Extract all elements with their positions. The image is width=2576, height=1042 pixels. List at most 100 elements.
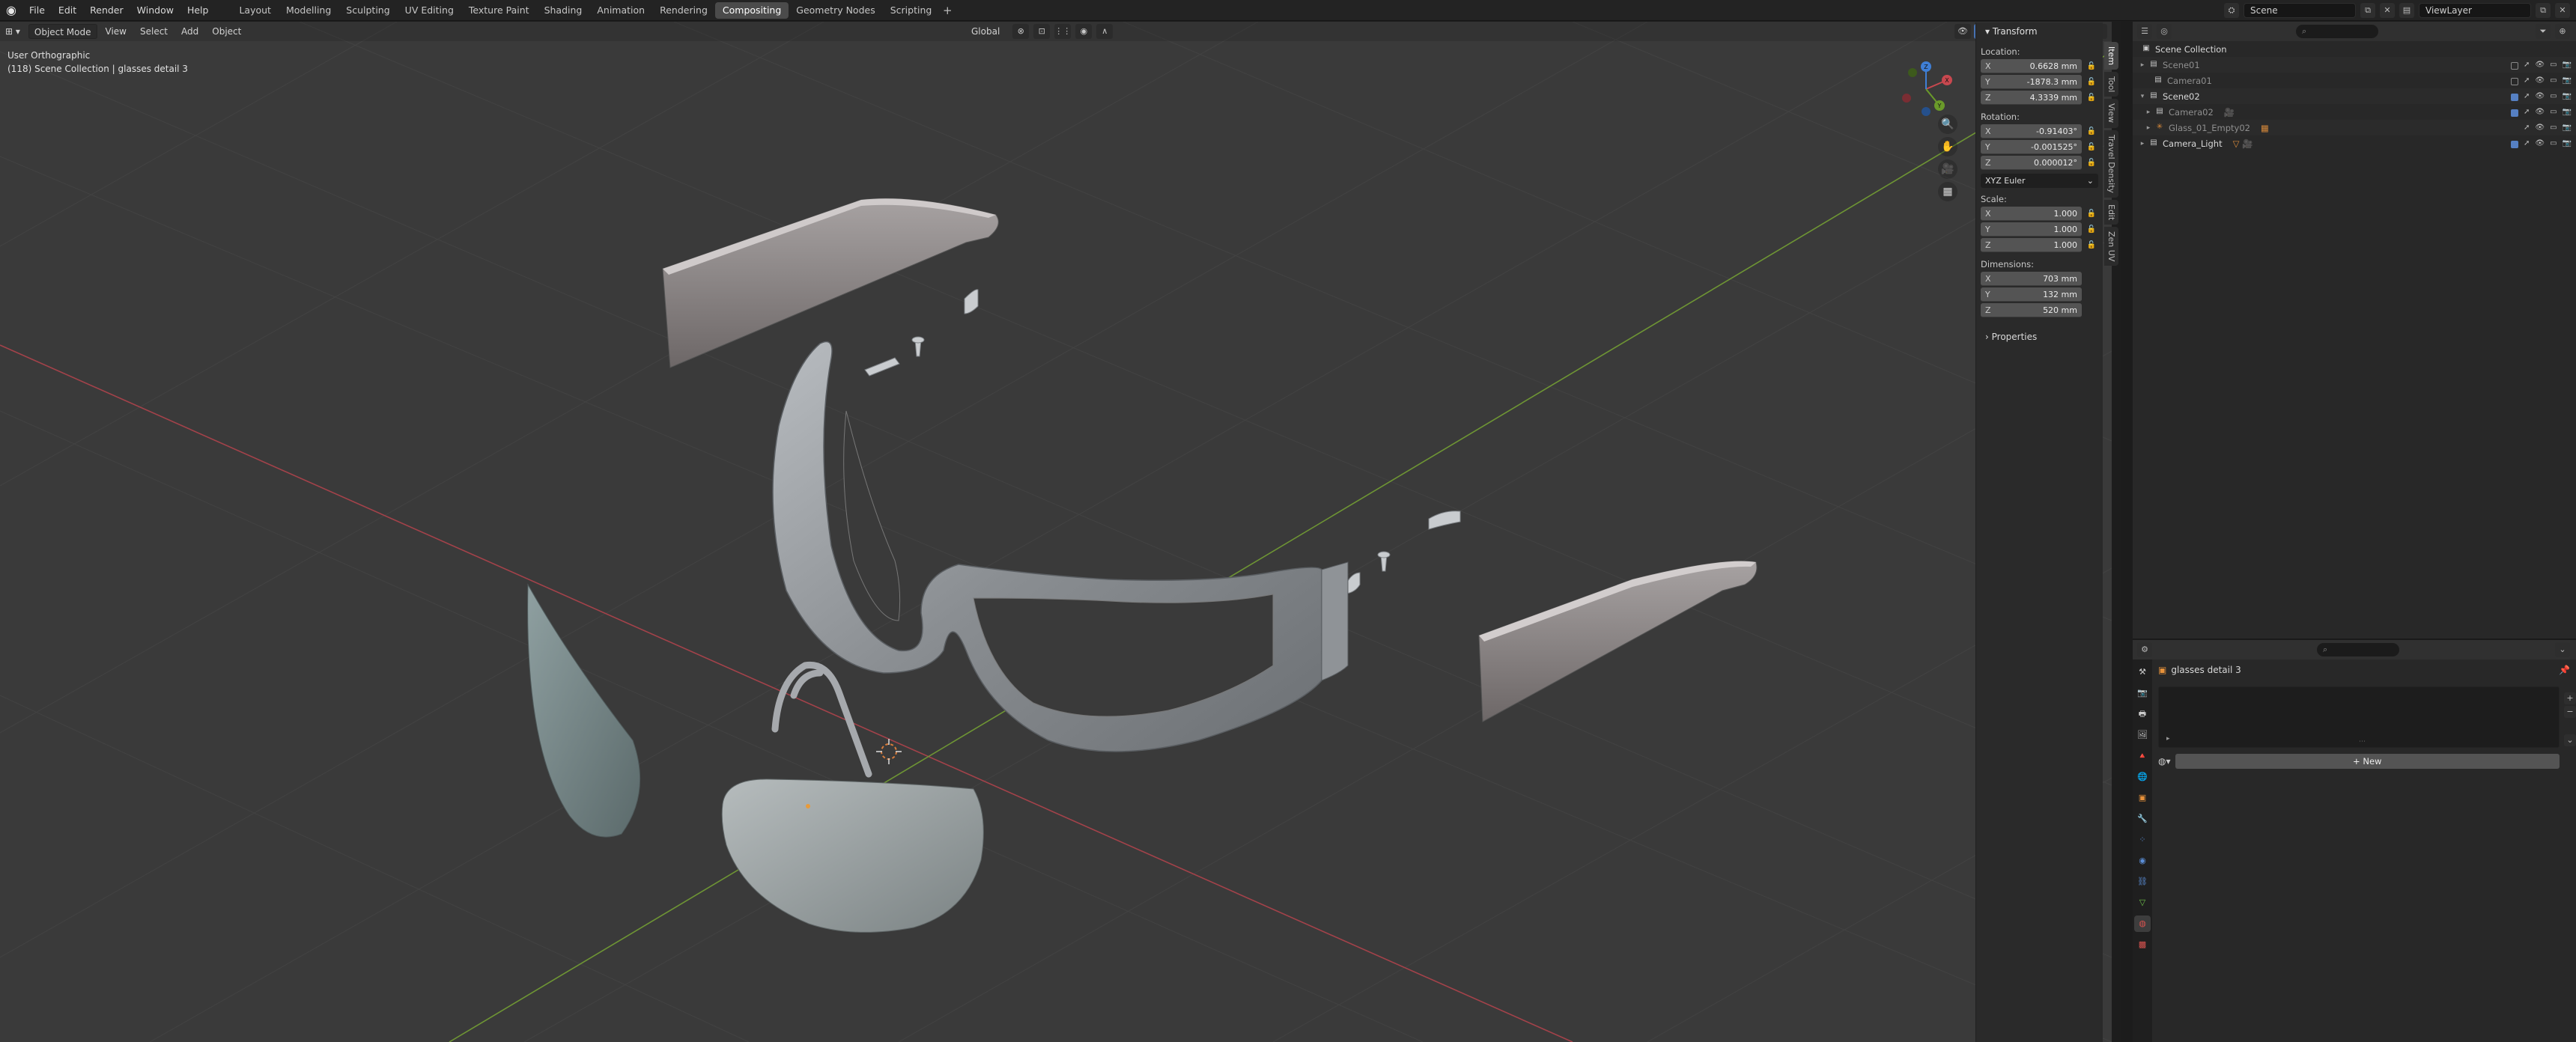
expand-arrow-icon[interactable]: ▸: [2143, 124, 2154, 132]
remove-slot-button[interactable]: −: [2564, 706, 2576, 718]
exclude-checkbox[interactable]: [2511, 77, 2518, 85]
outliner-item-camera01[interactable]: ▤ Camera01 ➚ 👁 ▭ 📷: [2133, 73, 2576, 88]
menu-file[interactable]: File: [22, 0, 52, 21]
pan-hand-icon[interactable]: ✋: [1938, 137, 1957, 156]
lock-icon[interactable]: 🔓: [2085, 127, 2098, 135]
exclude-checkbox[interactable]: [2511, 61, 2518, 70]
eye-icon[interactable]: 👁: [2535, 92, 2545, 101]
outliner-item-camera-light[interactable]: ▸ ▤ Camera_Light ▽ 🎥 ➚ 👁 ▭ 📷: [2133, 135, 2576, 151]
mode-dropdown[interactable]: Object Mode: [28, 24, 97, 39]
outliner-item-camera02[interactable]: ▸ ▤ Camera02 🎥 ➚ 👁 ▭ 📷: [2133, 104, 2576, 120]
output-tab-icon[interactable]: 🖶: [2134, 706, 2151, 722]
viewport-icon[interactable]: ▭: [2550, 76, 2557, 85]
material-slots-list[interactable]: ▸ ⋯: [2158, 686, 2560, 748]
editor-type-icon[interactable]: ☰: [2137, 24, 2152, 39]
select-icon[interactable]: ➚: [2524, 76, 2530, 85]
select-icon[interactable]: ➚: [2524, 139, 2530, 148]
particles-tab-icon[interactable]: ⁘: [2134, 832, 2151, 848]
exclude-checkbox[interactable]: [2511, 140, 2518, 148]
render-icon[interactable]: 📷: [2563, 61, 2572, 70]
editor-type-button[interactable]: ⊞ ▾: [0, 24, 25, 39]
editor-type-icon[interactable]: ⚙: [2137, 642, 2152, 657]
lock-icon[interactable]: 🔓: [2085, 241, 2098, 249]
render-icon[interactable]: 📷: [2563, 92, 2572, 101]
dimensions-x-field[interactable]: X 703 mm: [1981, 272, 2082, 286]
ortho-grid-icon[interactable]: ▦: [1938, 182, 1957, 201]
rotation-z-field[interactable]: Z 0.000012°: [1981, 156, 2082, 170]
lock-icon[interactable]: 🔓: [2085, 62, 2098, 70]
lock-icon[interactable]: 🔓: [2085, 78, 2098, 86]
view-layer-icon[interactable]: ▤: [2399, 3, 2414, 18]
tab-edit[interactable]: Edit: [2104, 199, 2118, 225]
expand-arrow-icon[interactable]: ▸: [2143, 109, 2154, 116]
snap-target-icon[interactable]: ⋮⋮: [1054, 24, 1072, 39]
menu-object[interactable]: Object: [207, 24, 246, 39]
tab-texture-paint[interactable]: Texture Paint: [461, 2, 537, 19]
lock-icon[interactable]: 🔓: [2085, 94, 2098, 102]
eye-icon[interactable]: 👁: [2535, 108, 2545, 117]
render-icon[interactable]: 📷: [2563, 108, 2572, 117]
viewport-icon[interactable]: ▭: [2550, 61, 2557, 70]
menu-edit[interactable]: Edit: [52, 0, 83, 21]
properties-search-input[interactable]: ⌕: [2317, 643, 2399, 656]
eye-icon[interactable]: 👁: [2535, 61, 2545, 70]
add-slot-button[interactable]: +: [2564, 692, 2576, 704]
physics-tab-icon[interactable]: ◉: [2134, 853, 2151, 869]
location-x-field[interactable]: X 0.6628 mm: [1981, 59, 2082, 73]
filter-icon[interactable]: ⏷: [2536, 24, 2551, 39]
tab-tool[interactable]: Tool: [2104, 72, 2118, 97]
tab-zen-uv[interactable]: Zen UV: [2104, 226, 2118, 266]
select-icon[interactable]: ➚: [2524, 92, 2530, 101]
new-collection-icon[interactable]: ⊕: [2555, 24, 2570, 39]
exclude-checkbox[interactable]: [2511, 93, 2518, 101]
eye-icon[interactable]: 👁: [2535, 124, 2545, 132]
expand-arrow-icon[interactable]: ▸: [2137, 140, 2148, 147]
material-browse-icon[interactable]: ◍▾: [2158, 756, 2171, 767]
eye-icon[interactable]: 👁: [2535, 139, 2545, 148]
tab-animation[interactable]: Animation: [589, 2, 652, 19]
lock-icon[interactable]: 🔓: [2085, 159, 2098, 167]
blender-logo-icon[interactable]: ◉: [0, 0, 22, 21]
scene-selector[interactable]: Scene: [2244, 3, 2356, 18]
tab-modelling[interactable]: Modelling: [279, 2, 338, 19]
outliner-item-glass-empty[interactable]: ▸ ✳ Glass_01_Empty02 ▦ ➚ 👁 ▭ 📷: [2133, 120, 2576, 135]
add-workspace-button[interactable]: +: [939, 4, 956, 17]
delete-view-layer-icon[interactable]: ✕: [2555, 3, 2570, 18]
rotation-x-field[interactable]: X -0.91403°: [1981, 124, 2082, 138]
view-layer-tab-icon[interactable]: 🖼: [2134, 727, 2151, 743]
lock-icon[interactable]: 🔓: [2085, 210, 2098, 218]
tab-view[interactable]: View: [2104, 99, 2118, 128]
material-tab-icon[interactable]: ◍: [2134, 915, 2151, 932]
outliner-item-scene02[interactable]: ▾ ▤ Scene02 ➚ 👁 ▭ 📷: [2133, 88, 2576, 104]
new-scene-icon[interactable]: ⧉: [2360, 3, 2375, 18]
scale-y-field[interactable]: Y 1.000: [1981, 222, 2082, 237]
viewport-icon[interactable]: ▭: [2550, 139, 2557, 148]
tab-geometry-nodes[interactable]: Geometry Nodes: [789, 2, 882, 19]
new-material-button[interactable]: + New: [2175, 754, 2560, 769]
menu-select[interactable]: Select: [135, 24, 173, 39]
tab-compositing[interactable]: Compositing: [714, 1, 789, 19]
render-icon[interactable]: 📷: [2563, 139, 2572, 148]
scene-icon[interactable]: ⛭: [2224, 3, 2239, 18]
data-tab-icon[interactable]: ▽: [2134, 895, 2151, 911]
location-y-field[interactable]: Y -1878.3 mm: [1981, 75, 2082, 89]
rotation-mode-dropdown[interactable]: XYZ Euler ⌄: [1981, 174, 2098, 188]
render-tab-icon[interactable]: 📷: [2134, 685, 2151, 701]
zoom-icon[interactable]: 🔍: [1938, 115, 1957, 134]
snap-icon[interactable]: ⊡: [1033, 24, 1051, 39]
dimensions-y-field[interactable]: Y 132 mm: [1981, 287, 2082, 302]
rotation-y-field[interactable]: Y -0.001525°: [1981, 140, 2082, 154]
tab-travel-density[interactable]: Travel Density: [2104, 130, 2118, 198]
menu-render[interactable]: Render: [83, 0, 130, 21]
viewport-icon[interactable]: ▭: [2550, 124, 2557, 132]
new-view-layer-icon[interactable]: ⧉: [2536, 3, 2551, 18]
tab-uv-editing[interactable]: UV Editing: [398, 2, 461, 19]
transform-panel-header[interactable]: ▾ Transform: [1976, 22, 2103, 40]
texture-tab-icon[interactable]: ▩: [2134, 936, 2151, 953]
scale-z-field[interactable]: Z 1.000: [1981, 238, 2082, 252]
slot-menu-icon[interactable]: ⌄: [2564, 734, 2576, 746]
tab-layout[interactable]: Layout: [231, 2, 279, 19]
outliner-search-input[interactable]: ⌕: [2296, 25, 2378, 38]
render-icon[interactable]: 📷: [2563, 76, 2572, 85]
view-layer-selector[interactable]: ViewLayer: [2419, 3, 2531, 18]
